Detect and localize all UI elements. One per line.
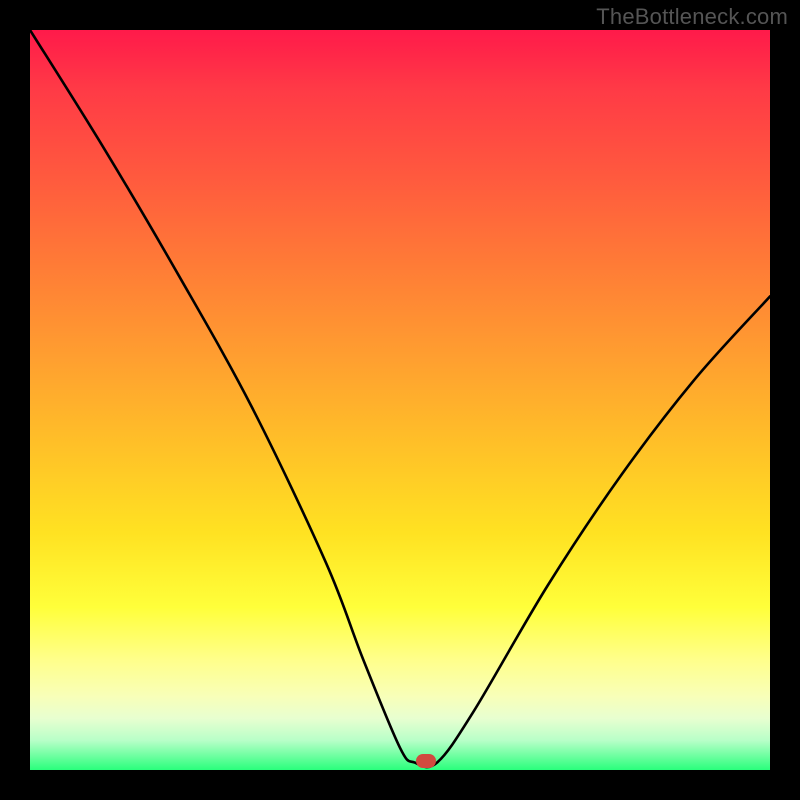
optimal-point-marker <box>416 754 436 768</box>
curve-svg <box>30 30 770 770</box>
attribution-label: TheBottleneck.com <box>596 4 788 30</box>
chart-frame: TheBottleneck.com <box>0 0 800 800</box>
plot-area <box>30 30 770 770</box>
bottleneck-curve-path <box>30 30 770 767</box>
